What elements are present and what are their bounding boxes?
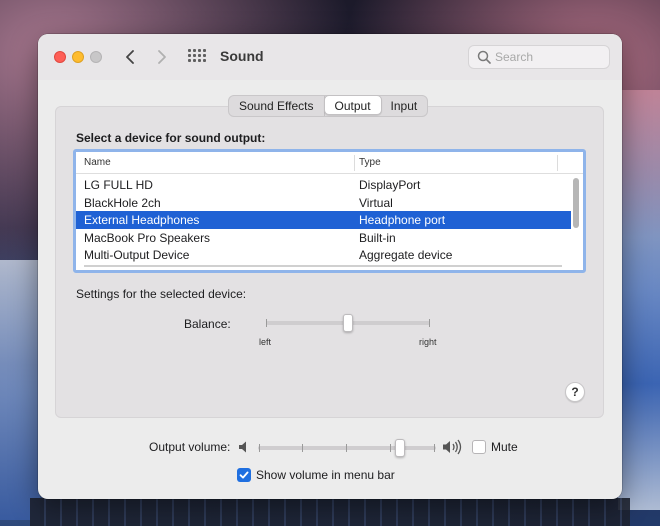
speaker-low-icon xyxy=(239,441,246,453)
show-all-grid-icon[interactable] xyxy=(188,49,206,65)
balance-right-label: right xyxy=(419,337,437,347)
desktop-decoration xyxy=(0,260,40,520)
device-type: DisplayPort xyxy=(359,178,421,192)
slider-tick xyxy=(390,444,391,452)
table-row-selected[interactable]: External Headphones Headphone port xyxy=(76,211,571,229)
device-table: Name Type LG FULL HD DisplayPort BlackHo… xyxy=(73,149,586,273)
settings-label: Settings for the selected device: xyxy=(76,287,247,301)
device-type: Headphone port xyxy=(359,213,446,227)
chevron-right-icon xyxy=(158,50,166,64)
device-name: External Headphones xyxy=(84,213,200,227)
tab-output[interactable]: Output xyxy=(323,95,382,115)
minimize-button[interactable] xyxy=(72,51,84,63)
desktop-keyboard xyxy=(30,498,630,526)
device-name: LG FULL HD xyxy=(84,178,153,192)
slider-tick xyxy=(302,444,303,452)
slider-tick xyxy=(266,319,267,327)
output-volume-slider[interactable] xyxy=(258,446,436,450)
back-button[interactable] xyxy=(120,46,140,68)
slider-tick xyxy=(259,444,260,452)
close-button[interactable] xyxy=(54,51,66,63)
search-field[interactable] xyxy=(468,45,610,69)
forward-button[interactable] xyxy=(152,46,172,68)
device-name: MacBook Pro Speakers xyxy=(84,231,211,245)
tab-sound-effects[interactable]: Sound Effects xyxy=(229,96,325,116)
slider-tick xyxy=(434,444,435,452)
table-row[interactable]: BlackHole 2ch Virtual xyxy=(76,194,571,212)
search-input[interactable] xyxy=(495,49,603,65)
table-row[interactable]: LG FULL HD DisplayPort xyxy=(76,176,571,194)
tab-bar: Sound Effects Output Input xyxy=(228,95,429,117)
device-name: BlackHole 2ch xyxy=(84,196,161,210)
output-panel: Select a device for sound output: Name T… xyxy=(55,106,604,418)
speaker-high-icon xyxy=(443,439,462,455)
column-divider xyxy=(557,155,558,171)
mute-checkbox[interactable] xyxy=(472,440,486,454)
slider-tick xyxy=(429,319,430,327)
slider-tick xyxy=(346,444,347,452)
show-volume-in-menu-bar-checkbox[interactable] xyxy=(237,468,251,482)
column-divider xyxy=(354,155,355,171)
column-header-type[interactable]: Type xyxy=(359,157,381,168)
tab-input[interactable]: Input xyxy=(381,96,428,116)
desktop-decoration xyxy=(618,90,660,510)
checkmark-icon xyxy=(239,471,249,479)
column-header-name[interactable]: Name xyxy=(84,157,111,168)
chevron-left-icon xyxy=(126,50,134,64)
balance-slider-knob[interactable] xyxy=(343,314,353,332)
mute-label: Mute xyxy=(491,440,518,454)
table-row[interactable]: Multi-Output Device Aggregate device xyxy=(76,246,571,264)
device-type: Virtual xyxy=(359,196,393,210)
device-name: Multi-Output Device xyxy=(84,248,190,262)
section-title: Select a device for sound output: xyxy=(76,131,266,145)
device-type: Aggregate device xyxy=(359,248,453,262)
output-volume-slider-knob[interactable] xyxy=(395,439,406,457)
search-icon xyxy=(477,50,491,64)
title-bar: Sound xyxy=(38,34,622,80)
balance-left-label: left xyxy=(259,337,272,347)
table-header: Name Type xyxy=(76,152,583,174)
table-row[interactable]: MacBook Pro Speakers Built-in xyxy=(76,229,571,247)
zoom-button[interactable] xyxy=(90,51,102,63)
device-type: Built-in xyxy=(359,231,396,245)
help-button[interactable]: ? xyxy=(565,382,585,402)
scrollbar[interactable] xyxy=(571,174,581,270)
scrollbar-thumb[interactable] xyxy=(573,178,579,228)
window-title: Sound xyxy=(220,48,264,64)
table-divider xyxy=(84,265,562,267)
sound-preferences-window: Sound Sound Effects Output Input Select … xyxy=(38,34,622,499)
output-volume-label: Output volume: xyxy=(149,440,231,454)
balance-label: Balance: xyxy=(184,317,231,331)
show-volume-in-menu-bar-label: Show volume in menu bar xyxy=(256,468,395,482)
